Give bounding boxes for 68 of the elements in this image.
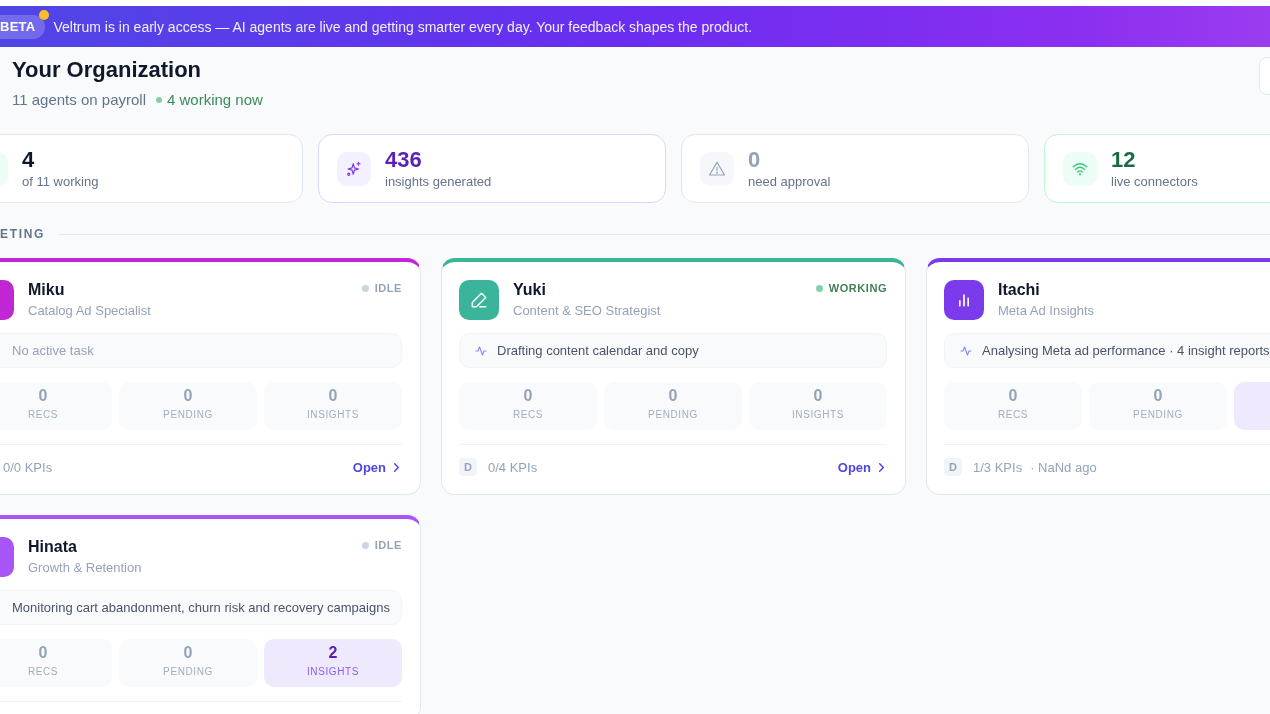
kpi-count: 1/3 KPIs [973, 459, 1023, 475]
kpi-count: 0/0 KPIs [3, 459, 53, 475]
owner-initial: D [944, 458, 962, 476]
stat-value: 12 [1111, 147, 1136, 172]
agent-name: Yuki [513, 280, 546, 300]
beta-label: BETA [0, 14, 46, 39]
wifi-icon [1063, 151, 1097, 186]
metric-label: RECS [27, 665, 59, 679]
metric-value: 0 [523, 386, 533, 406]
metric-value: 0 [38, 643, 48, 663]
sparkle-icon [337, 151, 371, 186]
metric-value: 0 [183, 386, 193, 406]
status-label: IDLE [374, 538, 402, 553]
metric-label: INSIGHTS [792, 408, 844, 422]
metric-label: RECS [997, 408, 1029, 422]
metric-value: 0 [328, 386, 338, 406]
metric-label: RECS [512, 408, 544, 422]
open-link[interactable]: Open [837, 459, 887, 475]
status-label: WORKING [828, 281, 887, 296]
agent-count: 11 agents on payroll [12, 90, 146, 108]
banner-text: Veltrum is in early access — AI agents are live and getting smarter every day. Your feedback shapes the product. [53, 17, 753, 36]
metric-label: INSIGHTS [307, 408, 359, 422]
metric-label: PENDING [1133, 408, 1183, 422]
status-label: IDLE [374, 281, 402, 296]
pulse-icon [960, 344, 972, 357]
stat-label: need approval [748, 173, 831, 190]
page-title: Your Organization [12, 57, 202, 83]
agent-role: Growth & Retention [28, 559, 142, 577]
task-text: Analysing Meta ad performance · 4 insight reports [982, 342, 1270, 359]
kpi-count: 0/4 KPIs [488, 459, 538, 475]
metric-label: INSIGHTS [307, 665, 359, 679]
metric-label: PENDING [163, 665, 213, 679]
agent-name: Hinata [28, 537, 77, 557]
agent-role: Content & SEO Strategist [513, 302, 661, 320]
metric-value: 2 [328, 643, 338, 663]
metric-label: RECS [27, 408, 59, 422]
stat-label: of 11 working [22, 173, 99, 190]
section-heading: ETING [0, 226, 46, 242]
notification-dot-icon [39, 9, 50, 20]
metric-value: 0 [668, 386, 678, 406]
metric-label: PENDING [163, 408, 213, 422]
chevron-right-icon [876, 461, 887, 473]
metric-value: 0 [813, 386, 823, 406]
metric-value: 0 [1008, 386, 1018, 406]
warning-icon [700, 151, 734, 186]
agent-name: Miku [28, 280, 65, 300]
task-text: No active task [12, 342, 94, 359]
stat-label: live connectors [1111, 173, 1198, 190]
agent-name: Itachi [998, 280, 1040, 300]
metric-label: PENDING [648, 408, 698, 422]
stat-value: 0 [748, 147, 761, 172]
owner-initial: D [459, 458, 477, 476]
chevron-right-icon [391, 461, 402, 473]
metric-value: 0 [183, 643, 193, 663]
pulse-icon [475, 344, 487, 357]
stat-value: 436 [385, 147, 422, 172]
updated-time: · NaNd ago [1030, 459, 1097, 475]
metric-value: 0 [38, 386, 48, 406]
open-link[interactable]: Open [352, 459, 402, 475]
agent-role: Meta Ad Insights [998, 302, 1095, 320]
working-count: 4 working now [167, 90, 263, 108]
stat-label: insights generated [385, 173, 492, 190]
stat-value: 4 [22, 147, 35, 172]
task-text: Monitoring cart abandonment, churn risk and recovery campaigns [12, 599, 390, 616]
status-dot-icon [156, 97, 162, 103]
metric-value: 0 [1153, 386, 1163, 406]
task-text: Drafting content calendar and copy [497, 342, 699, 359]
agent-role: Catalog Ad Specialist [28, 302, 151, 320]
